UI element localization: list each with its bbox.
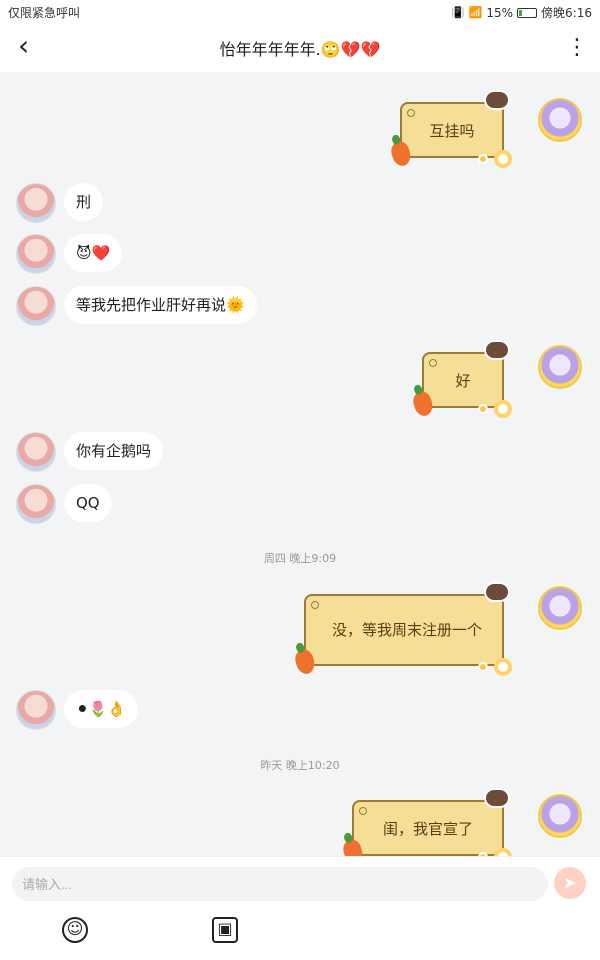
flower-sticker — [478, 404, 488, 414]
battery-icon — [517, 7, 538, 18]
flower-sticker — [478, 154, 488, 164]
contact-avatar[interactable] — [16, 690, 56, 730]
carrot-sticker — [389, 140, 413, 168]
status-right: 📳 📶 15% 傍晚6:16 — [451, 4, 592, 21]
flower-sticker — [478, 662, 488, 672]
message-text: 闺，我官宣了 — [382, 819, 473, 838]
cat-sticker — [484, 340, 510, 360]
egg-sticker — [494, 400, 512, 418]
chat-title: 怡年年年年年.🙄💔💔 — [219, 40, 381, 59]
message-out[interactable]: 没，等我周末注册一个 — [293, 582, 512, 676]
message-in[interactable]: 😈❤️ — [64, 234, 123, 272]
image-icon[interactable]: ▣ — [212, 917, 238, 943]
wifi-icon: 📶 — [468, 5, 483, 19]
message-out[interactable]: 好 — [411, 340, 512, 418]
egg-sticker — [494, 150, 512, 168]
cat-sticker — [484, 90, 510, 110]
message-text: 没，等我周末注册一个 — [332, 621, 483, 639]
more-button[interactable]: ⋮ — [566, 36, 588, 62]
battery-percent: 15% — [486, 5, 514, 20]
status-bar: 仅限紧急呼叫 📳 📶 15% 傍晚6:16 — [0, 0, 600, 24]
pin-icon — [359, 807, 367, 815]
pin-icon — [311, 601, 319, 609]
my-avatar[interactable] — [538, 794, 582, 838]
message-in[interactable]: 刑 — [64, 183, 104, 221]
carrot-sticker — [293, 648, 317, 676]
message-out[interactable]: 互挂吗 — [389, 90, 512, 168]
my-avatar[interactable] — [538, 98, 582, 142]
cat-sticker — [484, 582, 510, 602]
back-button[interactable]: ‹ — [18, 32, 46, 62]
message-in[interactable]: 等我先把作业肝好再说🌞 — [64, 286, 257, 324]
message-text: 好 — [455, 371, 471, 390]
contact-avatar[interactable] — [16, 234, 56, 274]
contact-avatar[interactable] — [16, 432, 56, 472]
pin-icon — [429, 359, 437, 367]
clock: 傍晚6:16 — [541, 6, 592, 20]
message-input[interactable] — [12, 867, 548, 901]
composer: ➤ ☺ ▣ — [0, 856, 600, 960]
timestamp: 周四 晚上9:09 — [263, 552, 337, 565]
message-in[interactable]: QQ — [64, 484, 112, 522]
my-avatar[interactable] — [538, 345, 582, 389]
carrot-sticker — [341, 838, 365, 858]
carrot-sticker — [411, 390, 435, 418]
contact-avatar[interactable] — [16, 286, 56, 326]
contact-avatar[interactable] — [16, 484, 56, 524]
chat-header: ‹ 怡年年年年年.🙄💔💔 ⋮ — [0, 24, 600, 72]
timestamp: 昨天 晚上10:20 — [260, 759, 340, 772]
contact-avatar[interactable] — [16, 183, 56, 223]
message-in[interactable]: 你有企鹅吗 — [64, 432, 164, 470]
cat-sticker — [484, 788, 510, 808]
vibrate-icon: 📳 — [450, 5, 465, 19]
carrier-text: 仅限紧急呼叫 — [8, 6, 81, 20]
message-in[interactable]: ⚫🌷👌 — [64, 690, 138, 728]
send-icon[interactable]: ➤ — [554, 867, 586, 899]
emoji-icon[interactable]: ☺ — [62, 917, 88, 943]
message-text: 互挂吗 — [429, 121, 475, 140]
my-avatar[interactable] — [538, 586, 582, 630]
chat-list[interactable]: 互挂吗 刑 😈❤️ 等我先把作业肝好再说🌞 好 你有企鹅吗 QQ 周四 晚上9:… — [0, 72, 600, 858]
pin-icon — [407, 109, 415, 117]
message-out[interactable]: 闺，我官宣了 — [341, 788, 512, 858]
egg-sticker — [494, 658, 512, 676]
